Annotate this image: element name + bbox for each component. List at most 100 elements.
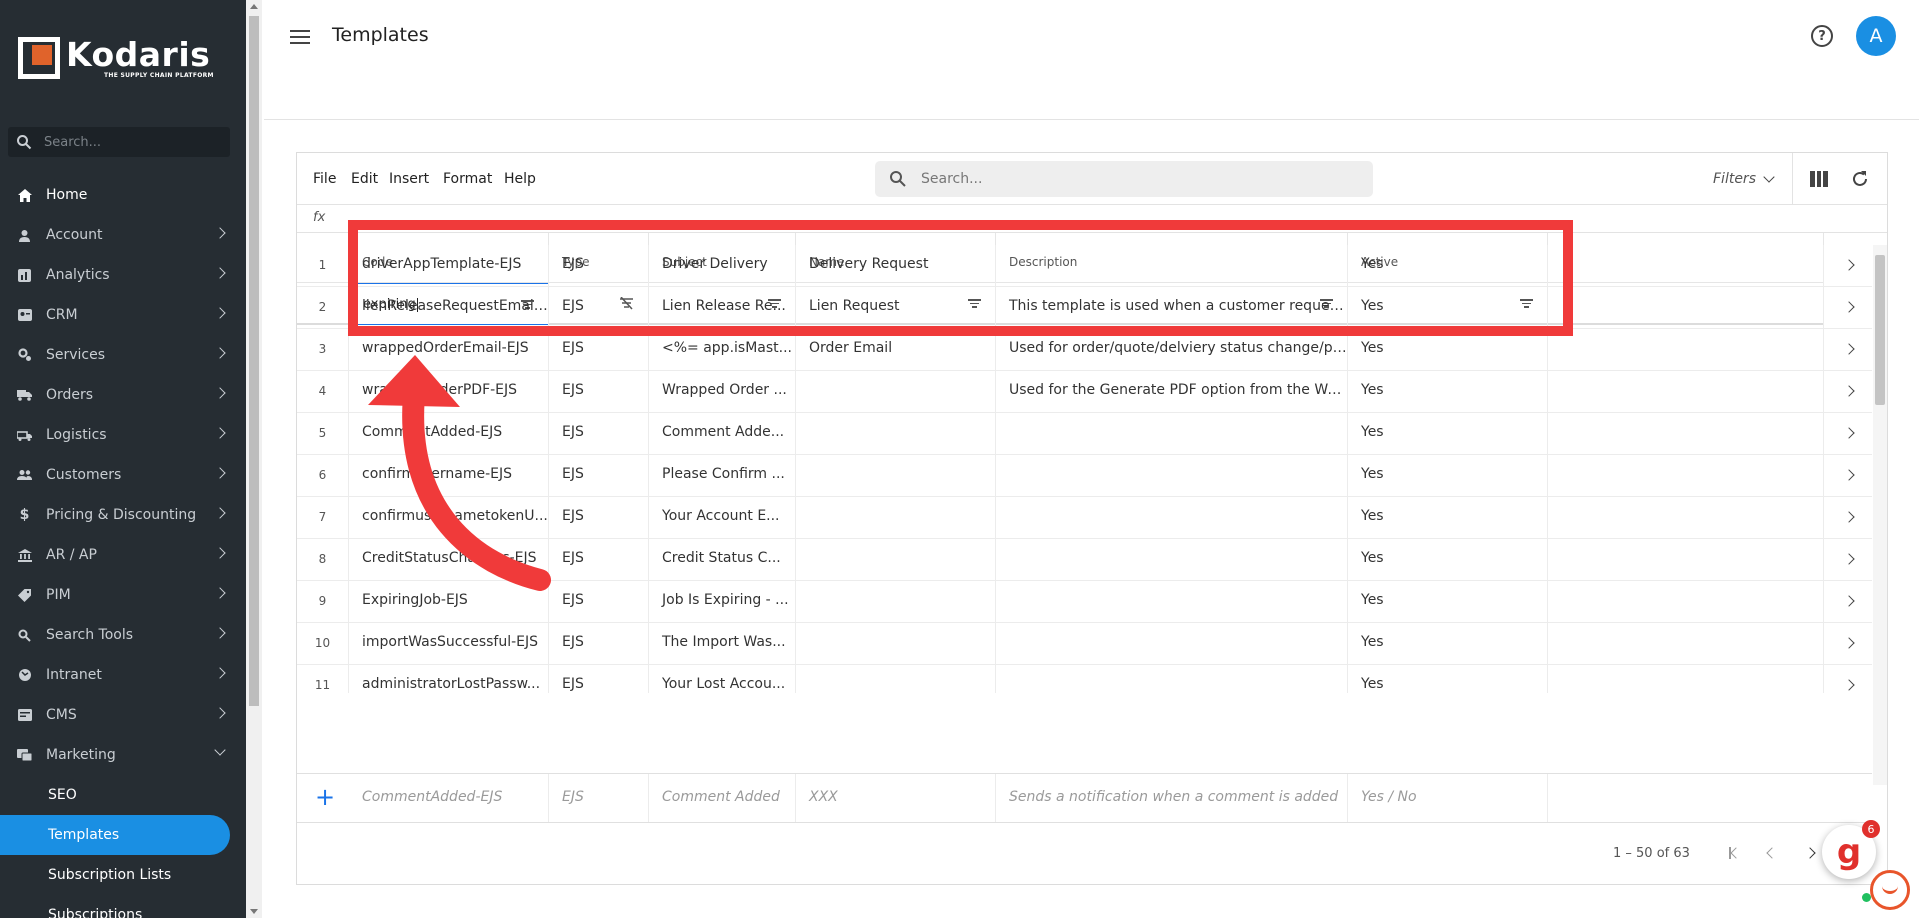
sidebar-item-pricing[interactable]: $ Pricing & Discounting bbox=[0, 495, 246, 535]
first-page-icon[interactable] bbox=[1727, 845, 1743, 861]
table-row[interactable]: 11 administratorLostPassw... EJS Your Lost … bbox=[297, 665, 1872, 693]
scrollbar-thumb[interactable] bbox=[249, 16, 259, 706]
sidebar-search-input[interactable]: Search... bbox=[8, 127, 230, 157]
sidebar-item-cms[interactable]: CMS bbox=[0, 695, 246, 735]
filters-button[interactable]: Filters bbox=[1713, 171, 1756, 187]
cell-description[interactable] bbox=[996, 497, 1348, 539]
cell-type[interactable]: EJS bbox=[549, 623, 649, 665]
cell-type[interactable]: EJS bbox=[549, 371, 649, 413]
refresh-icon[interactable] bbox=[1850, 169, 1870, 189]
sidebar-item-customers[interactable]: Customers bbox=[0, 455, 246, 495]
sidebar-item-crm[interactable]: CRM bbox=[0, 295, 246, 335]
cell-description[interactable] bbox=[996, 665, 1348, 693]
sidebar-item-search-tools[interactable]: Search Tools bbox=[0, 615, 246, 655]
cell-name[interactable] bbox=[796, 497, 996, 539]
row-open-chevron-icon[interactable] bbox=[1843, 679, 1855, 691]
sidebar-item-ar-ap[interactable]: AR / AP bbox=[0, 535, 246, 575]
cell-name[interactable] bbox=[796, 413, 996, 455]
next-page-icon[interactable] bbox=[1804, 845, 1820, 861]
row-open-chevron-icon[interactable] bbox=[1843, 385, 1855, 397]
cell-subject[interactable]: Your Account E... bbox=[649, 497, 796, 539]
menu-file[interactable]: File bbox=[313, 171, 336, 187]
cell-subject[interactable]: Your Lost Accou... bbox=[649, 665, 796, 693]
cell-name[interactable] bbox=[796, 581, 996, 623]
cell-code[interactable]: administratorLostPassw... bbox=[349, 665, 549, 693]
menu-edit[interactable]: Edit bbox=[351, 171, 378, 187]
cell-description[interactable] bbox=[996, 581, 1348, 623]
row-open-chevron-icon[interactable] bbox=[1843, 637, 1855, 649]
sidebar-item-analytics[interactable]: Analytics bbox=[0, 255, 246, 295]
cell-subject[interactable]: Job Is Expiring - ... bbox=[649, 581, 796, 623]
sidebar-item-intranet[interactable]: Intranet bbox=[0, 655, 246, 695]
sidebar-subitem-subscriptions[interactable]: Subscriptions bbox=[0, 895, 246, 918]
cell-type[interactable]: EJS bbox=[549, 455, 649, 497]
cell-code[interactable]: importWasSuccessful-EJS bbox=[349, 623, 549, 665]
row-open-chevron-icon[interactable] bbox=[1843, 595, 1855, 607]
new-row-type-placeholder[interactable]: EJS bbox=[549, 774, 649, 822]
cell-description[interactable] bbox=[996, 413, 1348, 455]
cell-subject[interactable]: Comment Adde... bbox=[649, 413, 796, 455]
cell-type[interactable]: EJS bbox=[549, 665, 649, 693]
cell-name[interactable] bbox=[796, 539, 996, 581]
sidebar-item-marketing[interactable]: Marketing bbox=[0, 735, 246, 775]
sidebar-item-logistics[interactable]: Logistics bbox=[0, 415, 246, 455]
cell-type[interactable]: EJS bbox=[549, 581, 649, 623]
scroll-down-icon[interactable] bbox=[250, 909, 258, 914]
row-open-chevron-icon[interactable] bbox=[1843, 343, 1855, 355]
cell-description[interactable] bbox=[996, 623, 1348, 665]
sidebar-scrollbar[interactable] bbox=[246, 0, 262, 918]
cell-subject[interactable]: Wrapped Order ... bbox=[649, 371, 796, 413]
previous-page-icon[interactable] bbox=[1763, 845, 1779, 861]
sidebar-item-orders[interactable]: Orders bbox=[0, 375, 246, 415]
cell-active[interactable]: Yes bbox=[1348, 581, 1548, 623]
cell-active[interactable]: Yes bbox=[1348, 623, 1548, 665]
scrollbar-thumb[interactable] bbox=[1875, 255, 1885, 405]
sidebar-item-account[interactable]: Account bbox=[0, 215, 246, 255]
row-open-chevron-icon[interactable] bbox=[1843, 259, 1855, 271]
cell-active[interactable]: Yes bbox=[1348, 455, 1548, 497]
sidebar-subitem-templates[interactable]: Templates bbox=[0, 815, 230, 855]
chat-bubble-icon[interactable] bbox=[1870, 870, 1910, 910]
table-row[interactable]: 10 importWasSuccessful-EJS EJS The Import W… bbox=[297, 623, 1872, 665]
cell-description[interactable]: Used for the Generate PDF option from th… bbox=[996, 371, 1348, 413]
cell-active[interactable]: Yes bbox=[1348, 539, 1548, 581]
menu-format[interactable]: Format bbox=[443, 171, 492, 187]
grid-scrollbar[interactable] bbox=[1873, 245, 1887, 785]
cell-subject[interactable]: The Import Was... bbox=[649, 623, 796, 665]
help-icon[interactable]: ? bbox=[1811, 25, 1833, 47]
cell-active[interactable]: Yes bbox=[1348, 413, 1548, 455]
new-row-active-placeholder[interactable]: Yes / No bbox=[1348, 774, 1548, 822]
cell-type[interactable]: EJS bbox=[549, 497, 649, 539]
cell-name[interactable] bbox=[796, 455, 996, 497]
row-open-chevron-icon[interactable] bbox=[1843, 469, 1855, 481]
cell-subject[interactable]: Please Confirm ... bbox=[649, 455, 796, 497]
menu-help[interactable]: Help bbox=[504, 171, 536, 187]
row-open-chevron-icon[interactable] bbox=[1843, 301, 1855, 313]
menu-insert[interactable]: Insert bbox=[389, 171, 429, 187]
cell-description[interactable] bbox=[996, 539, 1348, 581]
new-row-description-placeholder[interactable]: Sends a notification when a comment is a… bbox=[996, 774, 1348, 822]
kodaris-logo[interactable]: Kodaris THE SUPPLY CHAIN PLATFORM bbox=[18, 36, 214, 80]
new-row-subject-placeholder[interactable]: Comment Added bbox=[649, 774, 796, 822]
cell-active[interactable]: Yes bbox=[1348, 497, 1548, 539]
chevron-down-icon[interactable] bbox=[1763, 171, 1775, 183]
cell-active[interactable]: Yes bbox=[1348, 665, 1548, 693]
cell-type[interactable]: EJS bbox=[549, 539, 649, 581]
cell-name[interactable] bbox=[796, 623, 996, 665]
cell-subject[interactable]: Credit Status C... bbox=[649, 539, 796, 581]
new-row-code-placeholder[interactable]: CommentAdded-EJS bbox=[349, 774, 549, 822]
cell-active[interactable]: Yes bbox=[1348, 371, 1548, 413]
avatar[interactable]: A bbox=[1856, 16, 1896, 56]
sidebar-subitem-seo[interactable]: SEO bbox=[0, 775, 246, 815]
columns-icon[interactable] bbox=[1810, 171, 1829, 187]
sidebar-item-services[interactable]: Services bbox=[0, 335, 246, 375]
sidebar-item-pim[interactable]: PIM bbox=[0, 575, 246, 615]
sidebar-subitem-subscription-lists[interactable]: Subscription Lists bbox=[0, 855, 246, 895]
new-row-name-placeholder[interactable]: XXX bbox=[796, 774, 996, 822]
row-open-chevron-icon[interactable] bbox=[1843, 511, 1855, 523]
cell-description[interactable] bbox=[996, 455, 1348, 497]
menu-icon[interactable] bbox=[290, 30, 310, 44]
new-row[interactable]: + CommentAdded-EJS EJS Comment Added XXX… bbox=[297, 773, 1872, 823]
cell-name[interactable] bbox=[796, 371, 996, 413]
sidebar-item-home[interactable]: Home bbox=[0, 175, 246, 215]
